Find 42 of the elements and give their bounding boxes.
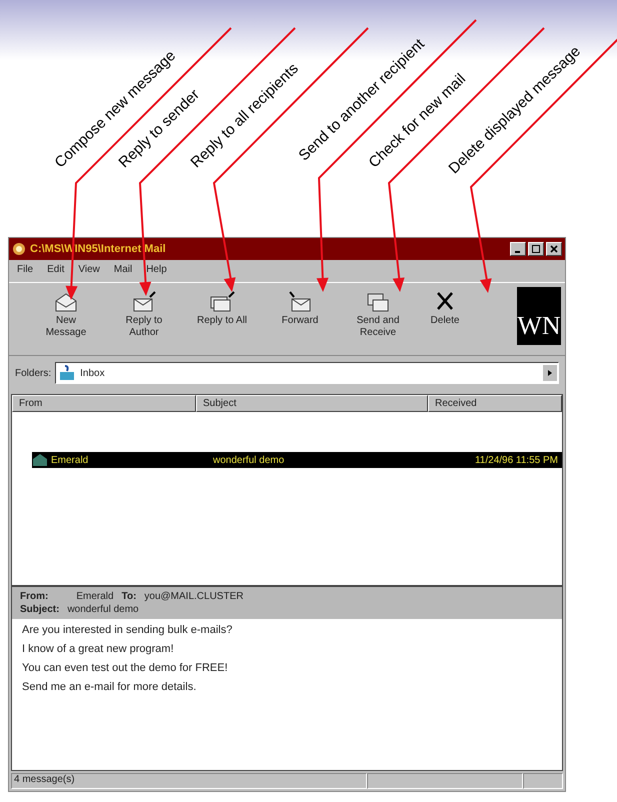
field-label: From: (20, 590, 48, 603)
envelope-icon (131, 291, 157, 313)
column-header[interactable]: Received (428, 395, 562, 412)
menu-item[interactable]: Help (146, 264, 167, 278)
message-line: Send me an e-mail for more details. (22, 680, 198, 695)
column-header[interactable]: From (12, 395, 196, 412)
toolbar-button[interactable]: Reply to All (183, 287, 261, 331)
message-line: You can even test out the demo for FREE! (22, 661, 229, 676)
column-header[interactable]: Subject (196, 395, 428, 412)
field-label: Subject: (20, 603, 60, 616)
app-icon (12, 242, 26, 256)
inbox-icon (58, 365, 76, 381)
status-text: 4 message(s) (11, 773, 367, 789)
field-label: To: (122, 590, 136, 603)
toolbar-button[interactable]: Reply to Author (105, 287, 183, 343)
envelopes-icon (365, 291, 391, 313)
toolbar-button[interactable]: Delete (417, 287, 473, 331)
menu-item[interactable]: View (78, 264, 100, 278)
toolbar-button[interactable]: Forward (261, 287, 339, 331)
envelope-icon (53, 291, 79, 313)
message-row[interactable]: Emerald wonderful demo 11/24/96 11:55 PM (32, 452, 562, 468)
toolbar-button[interactable]: Send and Receive (339, 287, 417, 343)
menu-item[interactable]: Mail (114, 264, 132, 278)
menu-item[interactable]: File (17, 264, 34, 278)
envelope-icon (32, 453, 48, 467)
folder-dropdown[interactable]: Inbox (55, 362, 559, 384)
toolbar-button[interactable]: New Message (27, 287, 105, 343)
close-icon (550, 245, 558, 253)
logo: WN (517, 287, 561, 345)
field-value: wonderful demo (67, 603, 139, 616)
message-line: Are you interested in sending bulk e-mails? (22, 623, 234, 638)
close-button[interactable] (546, 242, 562, 256)
menu-item[interactable]: Edit (47, 264, 64, 278)
maximize-button[interactable] (528, 242, 544, 256)
maximize-icon (532, 245, 540, 253)
minimize-button[interactable] (510, 242, 526, 256)
field-value: Emerald (76, 590, 114, 603)
folder-label: Folders: (15, 368, 52, 378)
message-line: I know of a great new program! (22, 642, 175, 657)
envelope-icon (209, 291, 235, 313)
envelope-icon (287, 291, 313, 313)
field-value: you@MAIL.CLUSTER (144, 590, 244, 603)
